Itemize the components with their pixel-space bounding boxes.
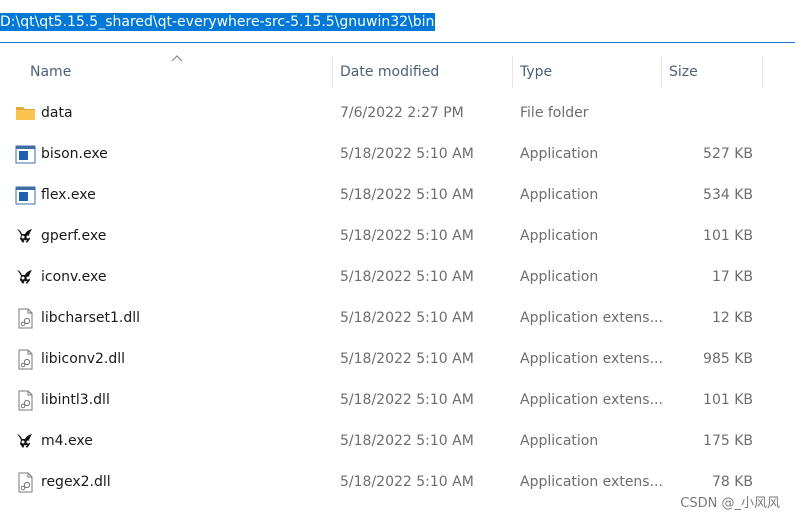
file-size: 101 KB [703,228,753,244]
file-size: 12 KB [711,310,753,326]
file-row[interactable]: m4.exe 5/18/2022 5:10 AM Application 175 KB [0,421,795,462]
file-date-modified: 7/6/2022 2:27 PM [340,105,464,121]
column-divider[interactable] [762,56,763,88]
file-name: iconv.exe [41,269,107,285]
application-window-icon [15,185,36,206]
file-name: regex2.dll [41,474,111,490]
file-type: Application extens... [520,351,663,367]
application-window-icon [15,144,36,165]
file-date-modified: 5/18/2022 5:10 AM [340,351,474,367]
file-row[interactable]: flex.exe 5/18/2022 5:10 AM Application 534 … [0,175,795,216]
dll-file-icon [15,472,36,493]
file-type: Application [520,269,599,285]
file-size: 985 KB [703,351,753,367]
file-date-modified: 5/18/2022 5:10 AM [340,228,474,244]
file-date-modified: 5/18/2022 5:10 AM [340,269,474,285]
file-row[interactable]: bison.exe 5/18/2022 5:10 AM Application 527… [0,134,795,175]
file-name: flex.exe [41,187,96,203]
gnu-icon [15,267,36,288]
file-type: Application [520,433,599,449]
file-row[interactable]: gperf.exe 5/18/2022 5:10 AM Application 101… [0,216,795,257]
column-header-date-modified[interactable]: Date modified [340,56,439,88]
file-type: Application [520,187,599,203]
address-path-selected[interactable]: D:\qt\qt5.15.5_shared\qt-everywhere-src-… [0,13,436,31]
column-divider[interactable] [661,56,662,88]
file-date-modified: 5/18/2022 5:10 AM [340,310,474,326]
file-date-modified: 5/18/2022 5:10 AM [340,392,474,408]
file-size: 175 KB [703,433,753,449]
column-divider[interactable] [332,56,333,88]
dll-file-icon [15,349,36,370]
file-type: Application extens... [520,474,663,490]
file-size: 527 KB [703,146,753,162]
file-type: Application extens... [520,310,663,326]
file-size: 101 KB [703,392,753,408]
file-row[interactable]: iconv.exe 5/18/2022 5:10 AM Application 17 … [0,257,795,298]
file-date-modified: 5/18/2022 5:10 AM [340,433,474,449]
address-bar[interactable]: D:\qt\qt5.15.5_shared\qt-everywhere-src-… [0,0,795,43]
watermark-text: CSDN @_小风风 [680,496,780,511]
column-header-row: Name Date modified Type Size [0,56,795,88]
gnu-icon [15,431,36,452]
file-date-modified: 5/18/2022 5:10 AM [340,146,474,162]
file-name: data [41,105,73,121]
file-type: Application [520,228,599,244]
column-header-size[interactable]: Size [669,56,698,88]
file-name: libintl3.dll [41,392,110,408]
dll-file-icon [15,390,36,411]
dll-file-icon [15,308,36,329]
gnu-icon [15,226,36,247]
file-name: libiconv2.dll [41,351,125,367]
file-name: m4.exe [41,433,93,449]
file-row[interactable]: libiconv2.dll 5/18/2022 5:10 AM Applicatio… [0,339,795,380]
column-header-type[interactable]: Type [520,56,552,88]
file-name: gperf.exe [41,228,107,244]
file-row[interactable]: regex2.dll 5/18/2022 5:10 AM Application e… [0,462,795,503]
file-size: 17 KB [711,269,753,285]
file-size: 534 KB [703,187,753,203]
sort-ascending-icon [171,55,183,62]
file-type: Application extens... [520,392,663,408]
file-date-modified: 5/18/2022 5:10 AM [340,187,474,203]
column-divider[interactable] [512,56,513,88]
file-type: File folder [520,105,589,121]
file-date-modified: 5/18/2022 5:10 AM [340,474,474,490]
folder-icon [15,103,36,124]
column-header-name[interactable]: Name [30,56,71,88]
file-name: bison.exe [41,146,108,162]
file-row[interactable]: libintl3.dll 5/18/2022 5:10 AM Application… [0,380,795,421]
file-type: Application [520,146,599,162]
file-name: libcharset1.dll [41,310,140,326]
file-row[interactable]: data 7/6/2022 2:27 PM File folder [0,93,795,134]
file-row[interactable]: libcharset1.dll 5/18/2022 5:10 AM Applicat… [0,298,795,339]
